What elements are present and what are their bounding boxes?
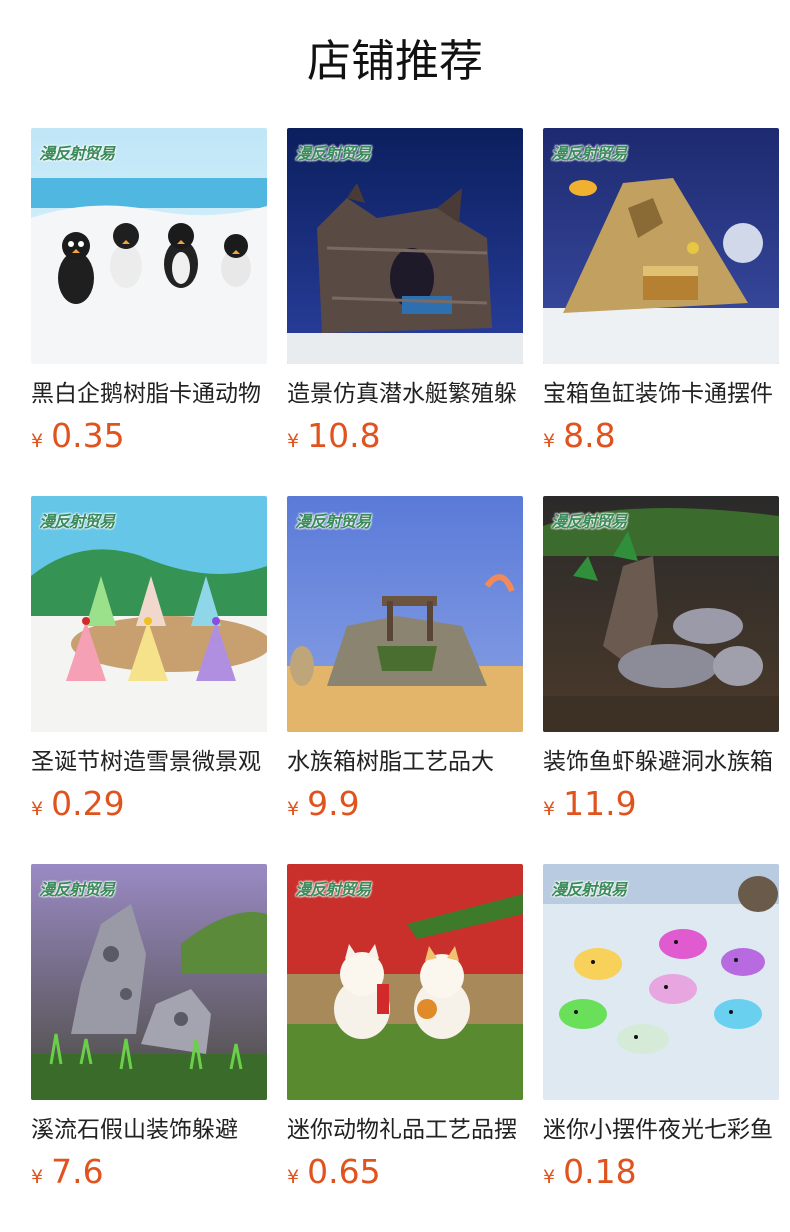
product-grid: 漫反射贸易 黑白企鹅树脂卡通动物 ¥0.35 漫反射贸易 造景仿真潜水艇繁殖躲 … [31, 128, 779, 1232]
brand-watermark: 漫反射贸易 [551, 144, 627, 163]
price-amount: 9.9 [307, 784, 360, 823]
product-image[interactable]: 漫反射贸易 [287, 128, 523, 364]
product-card[interactable]: 漫反射贸易 黑白企鹅树脂卡通动物 ¥0.35 [31, 128, 267, 496]
brand-watermark: 漫反射贸易 [295, 880, 371, 899]
product-price: ¥0.29 [31, 784, 267, 830]
product-card[interactable]: 漫反射贸易 造景仿真潜水艇繁殖躲 ¥10.8 [287, 128, 523, 496]
product-image[interactable]: 漫反射贸易 [543, 864, 779, 1100]
product-card[interactable]: 漫反射贸易 迷你动物礼品工艺品摆 ¥0.65 [287, 864, 523, 1232]
price-amount: 8.8 [563, 416, 616, 455]
brand-watermark: 漫反射贸易 [295, 512, 371, 531]
brand-watermark: 漫反射贸易 [39, 144, 115, 163]
product-card[interactable]: 漫反射贸易 迷你小摆件夜光七彩鱼 ¥0.18 [543, 864, 779, 1232]
brand-watermark: 漫反射贸易 [39, 512, 115, 531]
product-image[interactable]: 漫反射贸易 [31, 128, 267, 364]
product-image[interactable]: 漫反射贸易 [31, 864, 267, 1100]
price-amount: 0.35 [51, 416, 125, 455]
brand-watermark: 漫反射贸易 [551, 880, 627, 899]
price-amount: 10.8 [307, 416, 381, 455]
price-amount: 0.65 [307, 1152, 381, 1191]
currency-symbol: ¥ [31, 1166, 44, 1188]
product-card[interactable]: 漫反射贸易 溪流石假山装饰躲避 ¥7.6 [31, 864, 267, 1232]
page-title: 店铺推荐 [307, 36, 483, 87]
brand-watermark: 漫反射贸易 [39, 880, 115, 899]
price-amount: 0.29 [51, 784, 125, 823]
product-name[interactable]: 圣诞节树造雪景微景观 [31, 746, 267, 778]
product-price: ¥0.65 [287, 1152, 523, 1198]
product-price: ¥11.9 [543, 784, 779, 830]
price-amount: 11.9 [563, 784, 637, 823]
product-card[interactable]: 漫反射贸易 宝箱鱼缸装饰卡通摆件 ¥8.8 [543, 128, 779, 496]
currency-symbol: ¥ [543, 430, 556, 452]
product-card[interactable]: 漫反射贸易 圣诞节树造雪景微景观 ¥0.29 [31, 496, 267, 864]
currency-symbol: ¥ [31, 430, 44, 452]
currency-symbol: ¥ [543, 1166, 556, 1188]
product-price: ¥10.8 [287, 416, 523, 462]
product-name[interactable]: 装饰鱼虾躲避洞水族箱 [543, 746, 779, 778]
product-name[interactable]: 黑白企鹅树脂卡通动物 [31, 378, 267, 410]
price-amount: 0.18 [563, 1152, 637, 1191]
product-name[interactable]: 溪流石假山装饰躲避 [31, 1114, 267, 1146]
brand-watermark: 漫反射贸易 [551, 512, 627, 531]
product-image[interactable]: 漫反射贸易 [543, 128, 779, 364]
product-price: ¥7.6 [31, 1152, 267, 1198]
currency-symbol: ¥ [31, 798, 44, 820]
price-amount: 7.6 [51, 1152, 104, 1191]
product-price: ¥9.9 [287, 784, 523, 830]
currency-symbol: ¥ [287, 1166, 300, 1188]
product-image[interactable]: 漫反射贸易 [31, 496, 267, 732]
product-price: ¥0.18 [543, 1152, 779, 1198]
product-card[interactable]: 漫反射贸易 装饰鱼虾躲避洞水族箱 ¥11.9 [543, 496, 779, 864]
product-price: ¥8.8 [543, 416, 779, 462]
product-name[interactable]: 水族箱树脂工艺品大 [287, 746, 523, 778]
product-name[interactable]: 迷你小摆件夜光七彩鱼 [543, 1114, 779, 1146]
product-name[interactable]: 造景仿真潜水艇繁殖躲 [287, 378, 523, 410]
currency-symbol: ¥ [543, 798, 556, 820]
currency-symbol: ¥ [287, 798, 300, 820]
product-name[interactable]: 宝箱鱼缸装饰卡通摆件 [543, 378, 779, 410]
product-name[interactable]: 迷你动物礼品工艺品摆 [287, 1114, 523, 1146]
product-price: ¥0.35 [31, 416, 267, 462]
product-image[interactable]: 漫反射贸易 [543, 496, 779, 732]
brand-watermark: 漫反射贸易 [295, 144, 371, 163]
product-image[interactable]: 漫反射贸易 [287, 496, 523, 732]
product-card[interactable]: 漫反射贸易 水族箱树脂工艺品大 ¥9.9 [287, 496, 523, 864]
currency-symbol: ¥ [287, 430, 300, 452]
product-image[interactable]: 漫反射贸易 [287, 864, 523, 1100]
